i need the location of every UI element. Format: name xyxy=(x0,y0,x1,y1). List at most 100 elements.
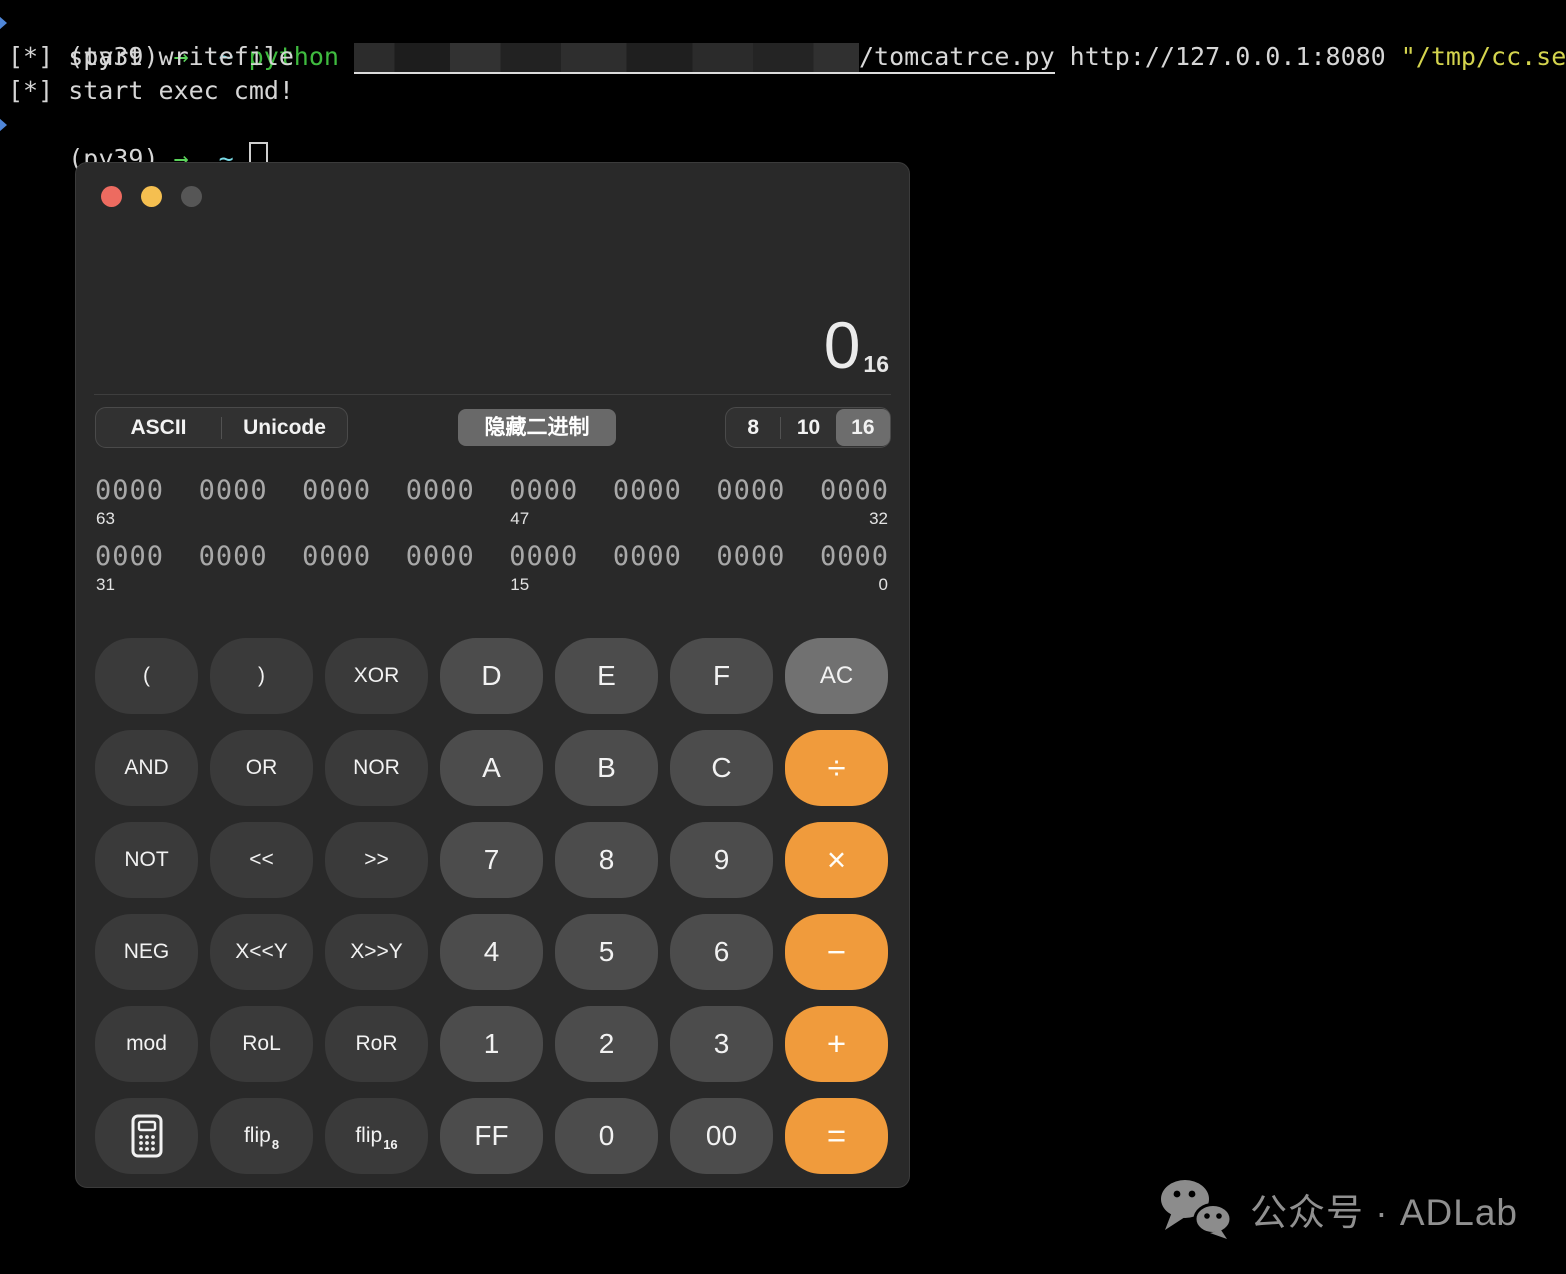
key-ff[interactable]: FF xyxy=(440,1098,543,1174)
key-subtract[interactable]: − xyxy=(785,914,888,990)
key-open-paren[interactable]: ( xyxy=(95,638,198,714)
key-ac[interactable]: AC xyxy=(785,638,888,714)
key-divide[interactable]: ÷ xyxy=(785,730,888,806)
key-label: AC xyxy=(819,662,854,689)
key-x-shift-left-y[interactable]: X<<Y xyxy=(210,914,313,990)
key-label: × xyxy=(826,841,847,878)
key-f[interactable]: F xyxy=(670,638,773,714)
key-label: D xyxy=(481,660,502,691)
key-shift-right[interactable]: >> xyxy=(325,822,428,898)
key-flip8[interactable]: flip 8 xyxy=(210,1098,313,1174)
key-label: + xyxy=(826,1025,847,1062)
key-xor[interactable]: XOR xyxy=(325,638,428,714)
terminal-output: (py39) → ~ python/tomcatrce.py http://127.0.… xyxy=(0,6,1566,173)
binary-group[interactable]: 0000 xyxy=(406,475,475,507)
display-value: 0 xyxy=(823,308,862,382)
key-3[interactable]: 3 xyxy=(670,1006,773,1082)
key-a[interactable]: A xyxy=(440,730,543,806)
binary-group[interactable]: 0000 xyxy=(716,541,785,573)
key-label-subscript: 16 xyxy=(383,1137,398,1152)
key-label: 4 xyxy=(483,936,500,967)
key-flip16[interactable]: flip 16 xyxy=(325,1098,428,1174)
key-nor[interactable]: NOR xyxy=(325,730,428,806)
key-label: ( xyxy=(143,664,150,687)
key-label: 0 xyxy=(598,1120,615,1151)
key-1[interactable]: 1 xyxy=(440,1006,543,1082)
binary-group[interactable]: 0000 xyxy=(509,541,578,573)
close-button[interactable] xyxy=(101,186,122,207)
key-multiply[interactable]: × xyxy=(785,822,888,898)
key-5[interactable]: 5 xyxy=(555,914,658,990)
key-shift-left[interactable]: << xyxy=(210,822,313,898)
binary-group[interactable]: 0000 xyxy=(716,475,785,507)
base-segment-16[interactable]: 16 xyxy=(835,409,890,446)
key-label: 2 xyxy=(598,1028,615,1059)
key-not[interactable]: NOT xyxy=(95,822,198,898)
binary-group[interactable]: 0000 xyxy=(613,541,682,573)
key-d[interactable]: D xyxy=(440,638,543,714)
key-2[interactable]: 2 xyxy=(555,1006,658,1082)
key-c[interactable]: C xyxy=(670,730,773,806)
binary-group[interactable]: 0000 xyxy=(302,475,371,507)
minimize-button[interactable] xyxy=(141,186,162,207)
display-base-subscript: 16 xyxy=(863,351,889,377)
binary-group[interactable]: 0000 xyxy=(199,541,268,573)
binary-group[interactable]: 0000 xyxy=(95,475,164,507)
display-separator xyxy=(94,394,891,395)
wechat-icon xyxy=(1160,1180,1233,1239)
key-neg[interactable]: NEG xyxy=(95,914,198,990)
key-label: − xyxy=(826,933,847,970)
key-label: NEG xyxy=(123,940,170,963)
key-label: flip xyxy=(243,1124,271,1147)
key-and[interactable]: AND xyxy=(95,730,198,806)
key-ror[interactable]: RoR xyxy=(325,1006,428,1082)
binary-group[interactable]: 0000 xyxy=(613,475,682,507)
binary-group[interactable]: 0000 xyxy=(199,475,268,507)
key-00[interactable]: 00 xyxy=(670,1098,773,1174)
zoom-button[interactable] xyxy=(181,186,202,207)
terminal-output-line: [*] start exec cmd! xyxy=(8,76,294,105)
key-rol[interactable]: RoL xyxy=(210,1006,313,1082)
binary-group[interactable]: 0000 xyxy=(820,475,889,507)
calculator-display: 016 xyxy=(823,307,889,383)
key-label: 3 xyxy=(713,1028,730,1059)
key-show-basic[interactable] xyxy=(95,1098,198,1174)
binary-group[interactable]: 0000 xyxy=(509,475,578,507)
base-segment-8[interactable]: 8 xyxy=(726,409,780,446)
key-add[interactable]: + xyxy=(785,1006,888,1082)
terminal-output-line: [*] start writefile xyxy=(8,42,294,71)
key-label: FF xyxy=(474,1120,509,1151)
segment-ascii[interactable]: ASCII xyxy=(96,409,221,446)
key-label: C xyxy=(711,752,732,783)
key-equals[interactable]: = xyxy=(785,1098,888,1174)
key-6[interactable]: 6 xyxy=(670,914,773,990)
key-b[interactable]: B xyxy=(555,730,658,806)
key-9[interactable]: 9 xyxy=(670,822,773,898)
hide-binary-button[interactable]: 隐藏二进制 xyxy=(458,409,616,446)
key-7[interactable]: 7 xyxy=(440,822,543,898)
bit-index-right: 0 xyxy=(878,575,888,594)
binary-group[interactable]: 0000 xyxy=(406,541,475,573)
key-e[interactable]: E xyxy=(555,638,658,714)
key-label: X>>Y xyxy=(350,940,403,963)
key-x-shift-right-y[interactable]: X>>Y xyxy=(325,914,428,990)
key-8[interactable]: 8 xyxy=(555,822,658,898)
key-mod[interactable]: mod xyxy=(95,1006,198,1082)
binary-group[interactable]: 0000 xyxy=(95,541,164,573)
binary-group[interactable]: 0000 xyxy=(820,541,889,573)
key-label: E xyxy=(597,660,616,691)
base-segment-10[interactable]: 10 xyxy=(781,409,835,446)
key-0[interactable]: 0 xyxy=(555,1098,658,1174)
key-label-subscript: 8 xyxy=(271,1137,280,1152)
key-label: RoR xyxy=(355,1032,398,1055)
key-label: 1 xyxy=(483,1028,500,1059)
binary-view: 0000 0000 0000 0000 0000 0000 0000 0000 63 47 32 00… xyxy=(95,475,889,607)
key-4[interactable]: 4 xyxy=(440,914,543,990)
key-close-paren[interactable]: ) xyxy=(210,638,313,714)
key-label: >> xyxy=(364,848,389,871)
key-or[interactable]: OR xyxy=(210,730,313,806)
prompt-clipped-arrow-icon xyxy=(0,118,7,132)
binary-group[interactable]: 0000 xyxy=(302,541,371,573)
segment-unicode[interactable]: Unicode xyxy=(222,409,347,446)
bit-index-right: 32 xyxy=(869,509,888,528)
